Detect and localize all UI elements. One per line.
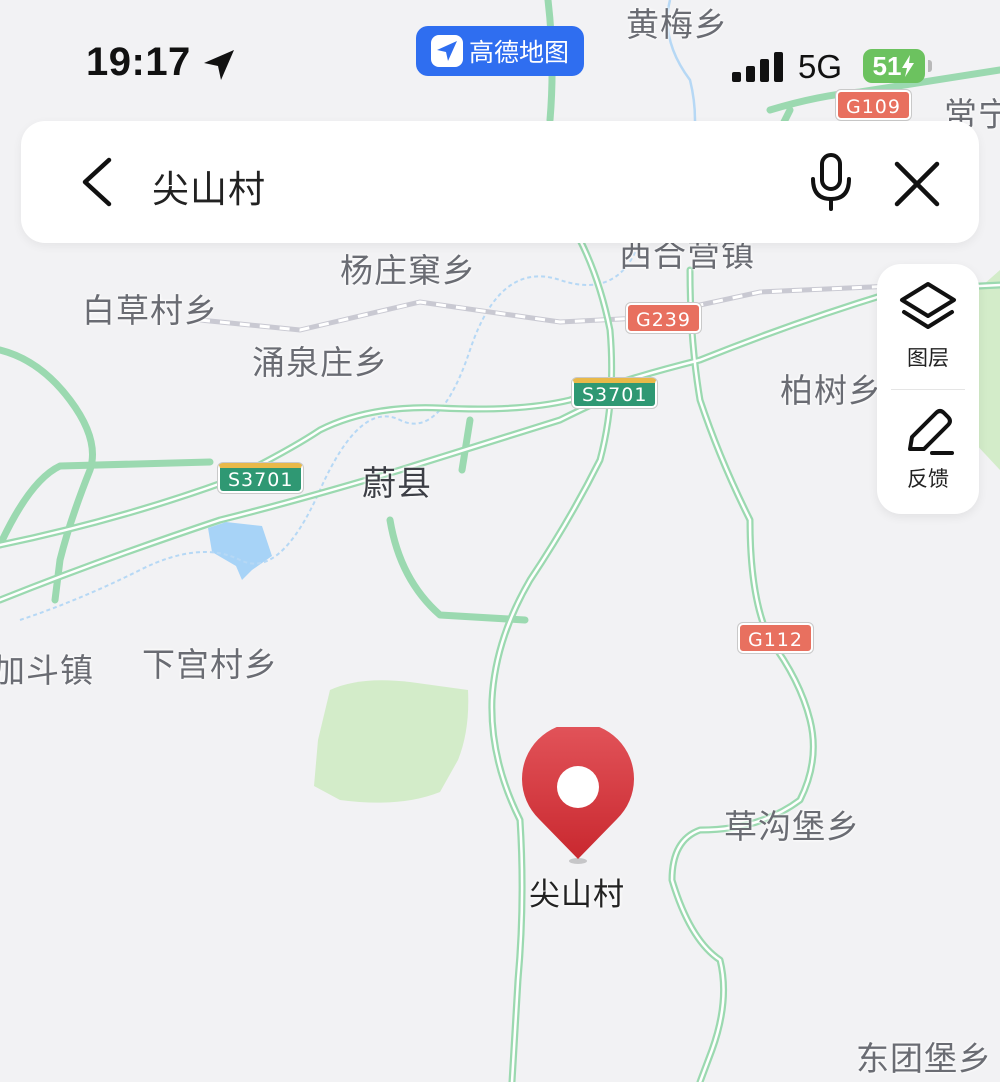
microphone-icon[interactable] <box>801 151 861 213</box>
close-icon[interactable] <box>887 154 947 214</box>
battery-percent: 51 <box>872 50 902 81</box>
place-label: 加斗镇 <box>0 651 94 690</box>
layers-button[interactable]: 图层 <box>877 264 979 384</box>
cellular-signal-icon <box>732 52 783 82</box>
layers-label: 图层 <box>907 346 949 370</box>
search-input[interactable]: 尖山村 <box>152 159 266 213</box>
place-label: 下宫村乡 <box>142 645 278 684</box>
county-label: 蔚县 <box>362 464 432 504</box>
layers-icon <box>900 282 956 329</box>
feedback-label: 反馈 <box>907 467 949 491</box>
reservoir <box>208 522 272 580</box>
feedback-button[interactable]: 反馈 <box>877 391 979 511</box>
place-label: 黄梅乡 <box>626 5 728 44</box>
place-label: 白草村乡 <box>82 291 218 330</box>
back-icon[interactable] <box>71 154 127 210</box>
place-label: 东团堡乡 <box>856 1039 992 1078</box>
map-tools-panel: 图层 反馈 <box>877 264 979 514</box>
road-shield: G112 <box>738 623 813 653</box>
marker-label: 尖山村 <box>529 877 625 913</box>
network-type: 5G <box>798 48 843 85</box>
battery-tip <box>928 60 932 72</box>
app-name: 高德地图 <box>468 38 569 67</box>
road-shield: G239 <box>626 303 701 333</box>
tool-divider <box>891 389 965 390</box>
battery-indicator: 51 <box>863 49 925 83</box>
location-pin-icon[interactable] <box>519 727 637 867</box>
charging-bolt-icon <box>902 55 915 77</box>
status-time: 19:17 <box>86 40 191 84</box>
place-label: 杨庄窠乡 <box>340 251 476 290</box>
search-bar[interactable]: 尖山村 <box>21 121 979 243</box>
road-shield: S3701 <box>572 378 658 408</box>
amap-logo-icon <box>430 35 463 67</box>
road-shield: G109 <box>836 90 911 120</box>
road-shield: S3701 <box>218 463 304 493</box>
place-label: 柏树乡 <box>780 371 882 410</box>
park-area <box>314 680 469 803</box>
feedback-edit-icon <box>908 409 954 455</box>
location-arrow-icon <box>204 50 234 80</box>
place-label: 涌泉庄乡 <box>252 343 388 382</box>
place-label: 草沟堡乡 <box>724 807 860 846</box>
app-badge[interactable]: 高德地图 <box>416 26 584 76</box>
